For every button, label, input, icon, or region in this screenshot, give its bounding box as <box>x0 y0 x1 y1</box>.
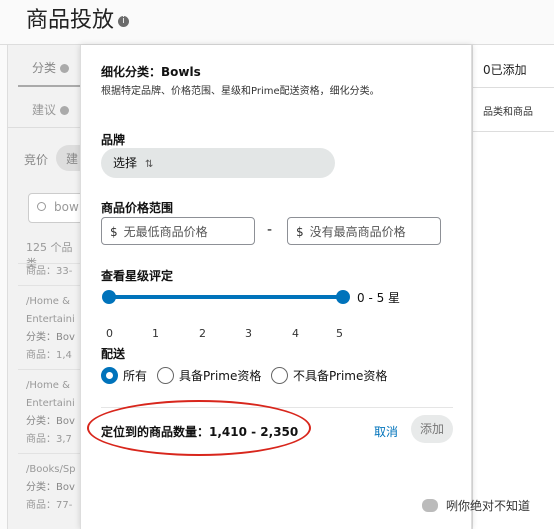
column-header: 品类和商品 <box>483 107 533 118</box>
radio-icon <box>157 367 174 384</box>
bid-select[interactable]: 建 <box>56 145 80 171</box>
rating-label: 查看星级评定 <box>101 269 174 283</box>
slider-tick: 4 <box>292 327 299 340</box>
bid-label: 竞价 <box>24 153 49 167</box>
divider <box>18 369 80 370</box>
divider <box>473 131 554 132</box>
slider-tick: 5 <box>336 327 343 340</box>
rating-slider-min-handle[interactable] <box>102 290 116 304</box>
refine-category-popover: 细化分类：Bowls 根据特定品牌、价格范围、星级和Prime配送资格，细化分类… <box>80 45 472 529</box>
rating-slider-max-handle[interactable] <box>336 290 350 304</box>
search-icon <box>37 202 46 211</box>
slider-tick: 1 <box>152 327 159 340</box>
annotation-circle <box>87 400 311 456</box>
radio-selected-icon <box>101 367 118 384</box>
shipping-radio-all[interactable]: 所有 <box>101 367 147 384</box>
slider-tick: 0 <box>106 327 113 340</box>
shipping-radio-non-prime[interactable]: 不具备Prime资格 <box>271 367 387 384</box>
popover-title: 细化分类：Bowls <box>101 65 201 79</box>
added-count: 0已添加 <box>483 63 527 77</box>
shipping-label: 配送 <box>101 347 126 361</box>
suggest-label[interactable]: 建议 <box>32 101 70 118</box>
slider-tick: 3 <box>245 327 252 340</box>
search-input[interactable]: bow <box>28 193 80 223</box>
tab-category[interactable]: 分类 <box>32 59 70 76</box>
rating-slider-track[interactable] <box>109 295 341 299</box>
tab-underline <box>18 85 80 87</box>
price-separator: - <box>267 222 273 238</box>
divider <box>18 453 80 454</box>
divider <box>8 127 80 128</box>
cancel-button[interactable]: 取消 <box>374 423 398 440</box>
list-item[interactable]: /Books/Sp 分类：Bov 商品：77- <box>26 461 76 515</box>
shipping-radio-prime[interactable]: 具备Prime资格 <box>157 367 261 384</box>
popover-subtitle: 根据特定品牌、价格范围、星级和Prime配送资格，细化分类。 <box>101 86 380 97</box>
list-item[interactable]: /Home & Entertaini 分类：Bov 商品：3,7 <box>26 377 75 449</box>
slider-tick: 2 <box>199 327 206 340</box>
max-price-input[interactable]: $ 没有最高商品价格 <box>287 217 441 245</box>
page-title: 商品投放 i <box>26 2 130 34</box>
price-range-label: 商品价格范围 <box>101 201 174 215</box>
background-panel-right: 0已添加 品类和商品 <box>472 45 554 529</box>
divider <box>18 285 80 286</box>
radio-icon <box>271 367 288 384</box>
info-icon[interactable]: i <box>118 15 130 27</box>
rating-range-value: 0 - 5 星 <box>357 291 401 305</box>
brand-label: 品牌 <box>101 133 126 147</box>
watermark: 咧你绝对不知道 <box>422 497 530 514</box>
divider <box>473 87 554 88</box>
info-icon <box>60 64 70 73</box>
background-panel-left: 分类 建议 竞价 建 bow 125 个品类 商品：33- /Home & En… <box>8 45 80 529</box>
add-button[interactable]: 添加 <box>411 415 453 443</box>
list-item: 商品：33- <box>26 266 73 277</box>
wechat-icon <box>422 499 438 512</box>
list-item[interactable]: /Home & Entertaini 分类：Bov 商品：1,4 <box>26 293 75 365</box>
brand-select[interactable]: 选择 ⇅ <box>101 148 335 178</box>
info-icon <box>60 106 70 115</box>
sort-arrows-icon: ⇅ <box>145 159 154 170</box>
min-price-input[interactable]: $ 无最低商品价格 <box>101 217 255 245</box>
